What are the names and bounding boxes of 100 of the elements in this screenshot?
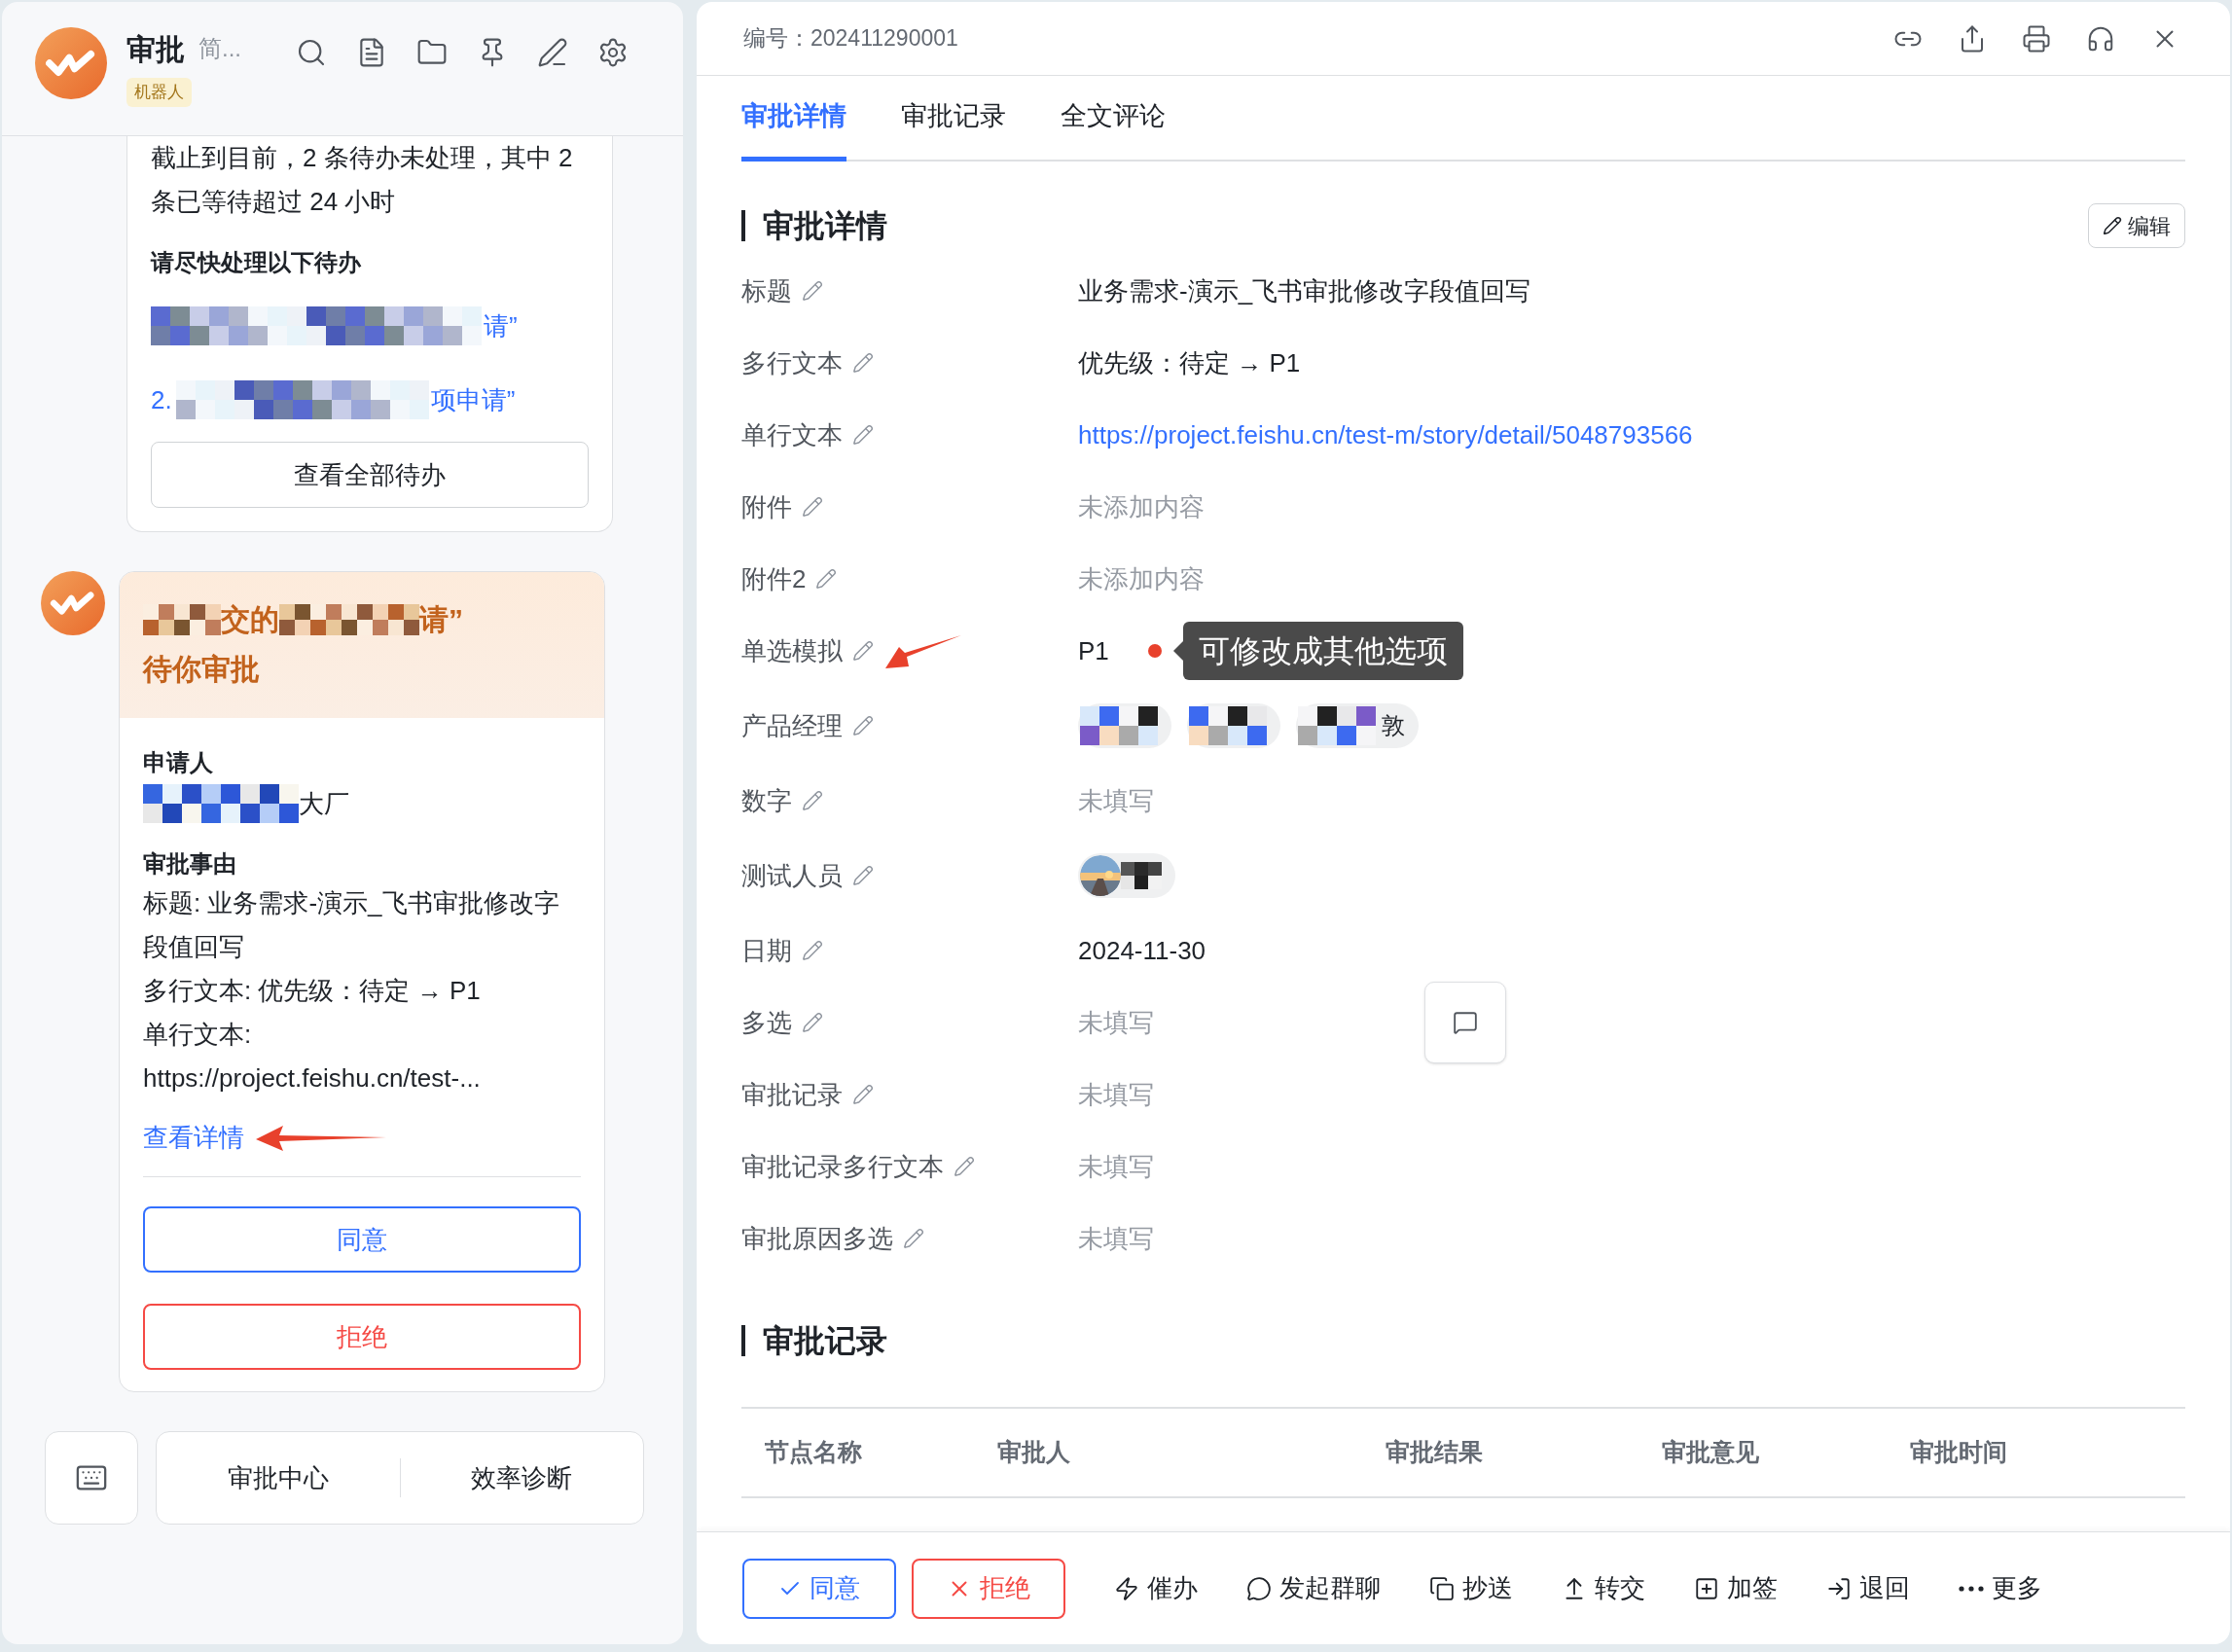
field-label: 标题	[741, 274, 792, 307]
approve-button[interactable]: 同意	[742, 1558, 896, 1619]
reason-text: https://project.feishu.cn/test-...	[143, 1062, 482, 1095]
serial-number: 编号：202411290001	[743, 24, 958, 54]
edit-field-icon[interactable]	[815, 568, 838, 590]
person-name: 敦	[1382, 711, 1405, 740]
field-label: 单行文本	[741, 418, 843, 451]
person-chip[interactable]	[1078, 853, 1175, 898]
lightning-icon	[1114, 1575, 1139, 1601]
toolbar-action[interactable]: 抄送	[1429, 1569, 1513, 1607]
toolbar-action[interactable]: 退回	[1826, 1569, 1910, 1607]
edit-field-icon[interactable]	[852, 424, 874, 446]
field-label: 测试人员	[741, 859, 843, 892]
column-header: 节点名称	[765, 1437, 863, 1468]
print-icon[interactable]	[2022, 23, 2051, 54]
return-icon	[1826, 1575, 1852, 1601]
empty-value-text: 未填写	[1078, 1006, 1154, 1039]
tab[interactable]: 审批详情	[741, 95, 846, 162]
section-title: 审批详情	[763, 207, 887, 245]
edit-field-icon[interactable]	[852, 715, 874, 736]
reject-button[interactable]: 拒绝	[912, 1558, 1065, 1619]
field-value: 优先级：待定 → P1	[1078, 346, 1301, 379]
chat-icon	[1246, 1575, 1272, 1601]
search-icon[interactable]	[296, 37, 327, 68]
card-title: 交的	[221, 602, 279, 637]
field-label: 多选	[741, 1006, 792, 1039]
field-label: 数字	[741, 784, 792, 817]
toolbar-action[interactable]: 加签	[1694, 1569, 1778, 1607]
field-label: 日期	[741, 934, 792, 967]
menu-button[interactable]: 效率诊断	[400, 1458, 643, 1497]
applicant-label: 申请人	[143, 748, 214, 777]
app-subtitle: 简...	[198, 34, 241, 63]
toolbar-action[interactable]: 发起群聊	[1246, 1569, 1381, 1607]
person-chip[interactable]	[1187, 703, 1280, 748]
edit-button[interactable]: 编辑	[2088, 203, 2185, 248]
column-header: 审批结果	[1386, 1437, 1485, 1468]
edit-field-icon[interactable]	[802, 940, 823, 961]
edit-field-icon[interactable]	[852, 1084, 874, 1105]
edit-field-icon[interactable]	[852, 352, 874, 374]
field-link[interactable]: https://project.feishu.cn/test-m/story/detail/5048793566	[1078, 415, 1693, 454]
approve-button[interactable]: 同意	[143, 1206, 581, 1273]
person-chip[interactable]	[1078, 703, 1171, 748]
section-title: 审批记录	[763, 1322, 887, 1360]
view-details-link[interactable]: 查看详情	[143, 1118, 244, 1157]
pencil-icon	[2103, 216, 2122, 235]
field-label: 单选模拟	[741, 634, 843, 667]
toolbar-action[interactable]: 转交	[1562, 1569, 1645, 1607]
add-square-icon	[1694, 1575, 1719, 1601]
toolbar-action[interactable]: 催办	[1114, 1569, 1198, 1607]
tab[interactable]: 全文评论	[1061, 95, 1166, 162]
edit-field-icon[interactable]	[802, 1012, 823, 1033]
edit-field-icon[interactable]	[802, 280, 823, 302]
reason-text: 单行文本:	[143, 1019, 253, 1051]
toolbar-action[interactable]: 更多	[1959, 1569, 2042, 1607]
field-label: 审批记录多行文本	[741, 1150, 944, 1183]
field-value: P1	[1078, 634, 1109, 667]
reason-text: 多行文本: 优先级：待定 → P1	[143, 975, 482, 1007]
edit-field-icon[interactable]	[802, 496, 823, 518]
empty-value-text: 未填写	[1078, 1222, 1154, 1255]
bot-badge: 机器人	[126, 78, 192, 107]
reason-text: 标题: 业务需求-演示_飞书审批修改字段值回写	[143, 887, 560, 963]
settings-icon[interactable]	[597, 37, 629, 68]
reject-button[interactable]: 拒绝	[143, 1304, 581, 1370]
applicant-name: 大厂	[299, 787, 349, 820]
field-label: 附件2	[741, 562, 807, 595]
empty-value-text: 未添加内容	[1078, 490, 1205, 523]
todo-link[interactable]: 请”	[484, 306, 518, 345]
annotation-tooltip: 可修改成其他选项	[1172, 622, 1463, 680]
summary-text: 截止到目前，2 条待办未处理，其中 2 条已等待超过 24 小时	[151, 142, 574, 218]
field-value: 2024-11-30	[1078, 934, 1206, 967]
field-label: 多行文本	[741, 346, 843, 379]
card-title: 待你审批	[143, 652, 261, 687]
field-label: 审批原因多选	[741, 1222, 893, 1255]
edit-field-icon[interactable]	[852, 865, 874, 886]
field-label: 产品经理	[741, 709, 843, 742]
edit-field-icon[interactable]	[802, 790, 823, 811]
keyboard-button[interactable]	[45, 1431, 138, 1525]
app-logo-icon	[41, 571, 105, 635]
copy-icon	[1429, 1575, 1455, 1601]
column-header: 审批意见	[1662, 1437, 1761, 1468]
field-label: 附件	[741, 490, 792, 523]
tab[interactable]: 审批记录	[901, 95, 1006, 162]
menu-button[interactable]: 审批中心	[157, 1458, 400, 1497]
view-all-todos-button[interactable]: 查看全部待办	[151, 442, 589, 508]
edit-field-icon[interactable]	[954, 1156, 975, 1177]
app-name: 审批	[126, 31, 185, 67]
comment-button[interactable]	[1424, 982, 1506, 1063]
card-title: 请”	[419, 602, 463, 637]
edit-field-icon[interactable]	[852, 640, 874, 662]
field-value: 业务需求-演示_飞书审批修改字段值回写	[1078, 274, 1531, 307]
app-logo-icon	[35, 27, 107, 99]
person-chip[interactable]: 敦	[1296, 703, 1419, 748]
empty-value-text: 未填写	[1078, 784, 1154, 817]
field-label: 审批记录	[741, 1078, 843, 1111]
todo-link[interactable]: 项申请”	[430, 380, 516, 419]
more-icon	[1959, 1585, 1984, 1592]
edit-field-icon[interactable]	[903, 1228, 924, 1249]
pixelated-redaction	[1121, 862, 1162, 889]
summary-heading: 请尽快处理以下待办	[151, 248, 362, 277]
comment-icon	[1453, 1010, 1478, 1035]
